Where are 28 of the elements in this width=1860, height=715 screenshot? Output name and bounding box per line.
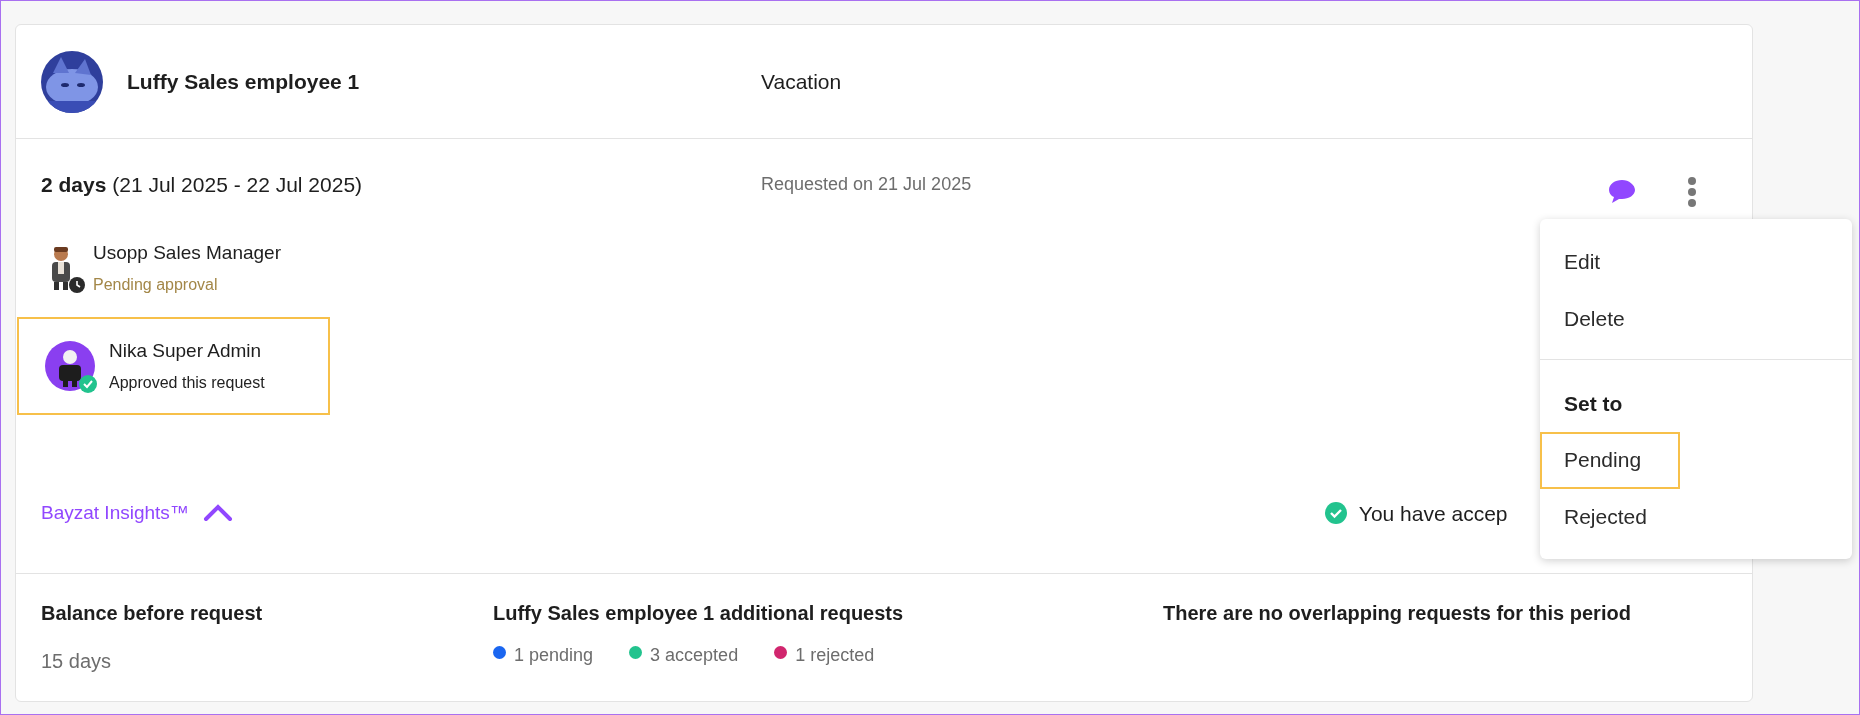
comment-icon[interactable]: [1607, 178, 1637, 206]
balance-value: 15 days: [41, 649, 113, 674]
menu-section-title: Set to: [1563, 391, 1624, 417]
chevron-icon: [202, 504, 233, 523]
approver-name: Nika Super Admin: [109, 338, 263, 363]
request-duration: 2 days (21 Jul 2025 - 22 Jul 2025): [41, 173, 363, 196]
request-count: 1 rejected: [795, 644, 875, 667]
clock-icon: [69, 277, 85, 293]
overlap-note: There are no overlapping requests for this period: [1163, 601, 1631, 626]
request-count: 3 accepted: [650, 644, 739, 667]
leave-type: Vacation: [761, 68, 842, 95]
approval-status: Approved this request: [109, 373, 265, 394]
acceptance-note: You have accep: [1358, 500, 1508, 527]
approval-status: Pending approval: [93, 275, 219, 296]
menu-item[interactable]: Pending: [1540, 431, 1680, 489]
menu-item[interactable]: Delete: [1540, 290, 1649, 347]
approver-name: Usopp Sales Manager: [93, 240, 281, 265]
additional-requests-title: Luffy Sales employee 1 additional requests: [493, 601, 905, 626]
menu-item[interactable]: Edit: [1540, 233, 1625, 290]
balance-title: Balance before request: [41, 601, 264, 626]
menu-item[interactable]: Rejected: [1540, 488, 1680, 546]
check-icon: [79, 375, 97, 393]
requested-date: Requested on 21 Jul 2025: [761, 173, 972, 196]
request-count: 1 pending: [514, 644, 594, 667]
employee-name: Luffy Sales employee 1: [127, 68, 360, 95]
check-icon: [1324, 502, 1347, 525]
more-options-icon[interactable]: [1687, 177, 1697, 207]
insights-toggle[interactable]: Bayzat Insights™: [41, 499, 233, 528]
